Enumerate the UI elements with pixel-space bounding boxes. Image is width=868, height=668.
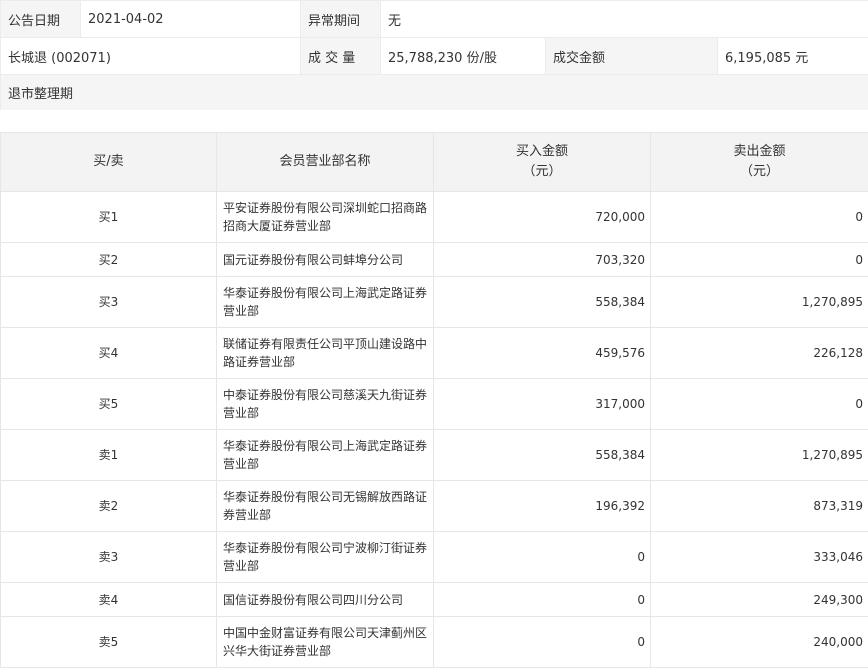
status-text: 退市整理期 — [1, 75, 868, 111]
row-side: 买4 — [1, 328, 217, 379]
table-row: 买4 联储证券有限责任公司平顶山建设路中路证券营业部 459,576 226,1… — [1, 328, 868, 379]
row-buy-amount: 317,000 — [434, 379, 651, 430]
row-sell-amount: 226,128 — [651, 328, 868, 379]
header-branch-name: 会员营业部名称 — [217, 133, 434, 192]
row-buy-amount: 0 — [434, 583, 651, 617]
table-row: 卖4 国信证券股份有限公司四川分公司 0 249,300 — [1, 583, 868, 617]
row-side: 卖4 — [1, 583, 217, 617]
table-header-row: 买/卖 会员营业部名称 买入金额 （元） 卖出金额 （元） — [1, 133, 868, 192]
row-branch-name: 华泰证券股份有限公司上海武定路证券营业部 — [217, 277, 434, 328]
row-sell-amount: 873,319 — [651, 481, 868, 532]
turnover-amount-value: 6,195,085 元 — [718, 38, 868, 75]
header-buy-amount-label: 买入金额 — [516, 144, 568, 159]
summary-row-volume: 长城退 (002071) 成 交 量 25,788,230 份/股 成交金额 6… — [1, 38, 868, 75]
row-sell-amount: 0 — [651, 192, 868, 243]
table-row: 买2 国元证券股份有限公司蚌埠分公司 703,320 0 — [1, 243, 868, 277]
row-buy-amount: 558,384 — [434, 277, 651, 328]
row-branch-name: 国信证券股份有限公司四川分公司 — [217, 583, 434, 617]
header-side: 买/卖 — [1, 133, 217, 192]
turnover-amount-label: 成交金额 — [546, 38, 718, 75]
row-branch-name: 平安证券股份有限公司深圳蛇口招商路招商大厦证券营业部 — [217, 192, 434, 243]
row-branch-name: 中泰证券股份有限公司慈溪天九街证券营业部 — [217, 379, 434, 430]
row-branch-name: 华泰证券股份有限公司无锡解放西路证券营业部 — [217, 481, 434, 532]
row-buy-amount: 459,576 — [434, 328, 651, 379]
header-sell-amount-label: 卖出金额 — [733, 144, 785, 159]
row-side: 卖2 — [1, 481, 217, 532]
table-row: 卖1 华泰证券股份有限公司上海武定路证券营业部 558,384 1,270,89… — [1, 430, 868, 481]
abnormal-period-value: 无 — [381, 1, 868, 38]
row-side: 卖1 — [1, 430, 217, 481]
volume-label: 成 交 量 — [301, 38, 381, 75]
announcement-date-label: 公告日期 — [1, 1, 81, 38]
stock-name: 长城退 (002071) — [1, 38, 301, 75]
row-sell-amount: 333,046 — [651, 532, 868, 583]
row-branch-name: 中国中金财富证券有限公司天津蓟州区兴华大街证券营业部 — [217, 617, 434, 668]
row-sell-amount: 1,270,895 — [651, 277, 868, 328]
row-buy-amount: 196,392 — [434, 481, 651, 532]
header-sell-amount: 卖出金额 （元） — [651, 133, 868, 192]
header-sell-unit: （元） — [740, 164, 779, 179]
row-buy-amount: 0 — [434, 617, 651, 668]
row-sell-amount: 240,000 — [651, 617, 868, 668]
header-buy-unit: （元） — [522, 164, 561, 179]
row-branch-name: 华泰证券股份有限公司上海武定路证券营业部 — [217, 430, 434, 481]
row-buy-amount: 720,000 — [434, 192, 651, 243]
row-sell-amount: 249,300 — [651, 583, 868, 617]
trading-branches-table: 买/卖 会员营业部名称 买入金额 （元） 卖出金额 （元） 买1 平安证券股份有限公… — [0, 132, 868, 668]
summary-row-date: 公告日期 2021-04-02 异常期间 无 — [1, 1, 868, 38]
row-side: 卖5 — [1, 617, 217, 668]
row-side: 买1 — [1, 192, 217, 243]
row-branch-name: 华泰证券股份有限公司宁波柳汀街证券营业部 — [217, 532, 434, 583]
announcement-date-value: 2021-04-02 — [81, 1, 301, 38]
row-buy-amount: 0 — [434, 532, 651, 583]
header-buy-amount: 买入金额 （元） — [434, 133, 651, 192]
row-buy-amount: 703,320 — [434, 243, 651, 277]
row-sell-amount: 0 — [651, 243, 868, 277]
row-side: 买5 — [1, 379, 217, 430]
volume-value: 25,788,230 份/股 — [381, 38, 546, 75]
table-row: 买5 中泰证券股份有限公司慈溪天九街证券营业部 317,000 0 — [1, 379, 868, 430]
summary-row-status: 退市整理期 — [1, 75, 868, 111]
abnormal-period-label: 异常期间 — [301, 1, 381, 38]
table-row: 卖2 华泰证券股份有限公司无锡解放西路证券营业部 196,392 873,319 — [1, 481, 868, 532]
row-side: 卖3 — [1, 532, 217, 583]
row-side: 买3 — [1, 277, 217, 328]
summary-table: 公告日期 2021-04-02 异常期间 无 长城退 (002071) 成 交 … — [0, 0, 868, 110]
table-row: 买1 平安证券股份有限公司深圳蛇口招商路招商大厦证券营业部 720,000 0 — [1, 192, 868, 243]
table-row: 卖3 华泰证券股份有限公司宁波柳汀街证券营业部 0 333,046 — [1, 532, 868, 583]
table-row: 卖5 中国中金财富证券有限公司天津蓟州区兴华大街证券营业部 0 240,000 — [1, 617, 868, 668]
row-branch-name: 国元证券股份有限公司蚌埠分公司 — [217, 243, 434, 277]
table-row: 买3 华泰证券股份有限公司上海武定路证券营业部 558,384 1,270,89… — [1, 277, 868, 328]
row-buy-amount: 558,384 — [434, 430, 651, 481]
row-side: 买2 — [1, 243, 217, 277]
row-branch-name: 联储证券有限责任公司平顶山建设路中路证券营业部 — [217, 328, 434, 379]
row-sell-amount: 1,270,895 — [651, 430, 868, 481]
row-sell-amount: 0 — [651, 379, 868, 430]
section-gap — [0, 110, 868, 132]
